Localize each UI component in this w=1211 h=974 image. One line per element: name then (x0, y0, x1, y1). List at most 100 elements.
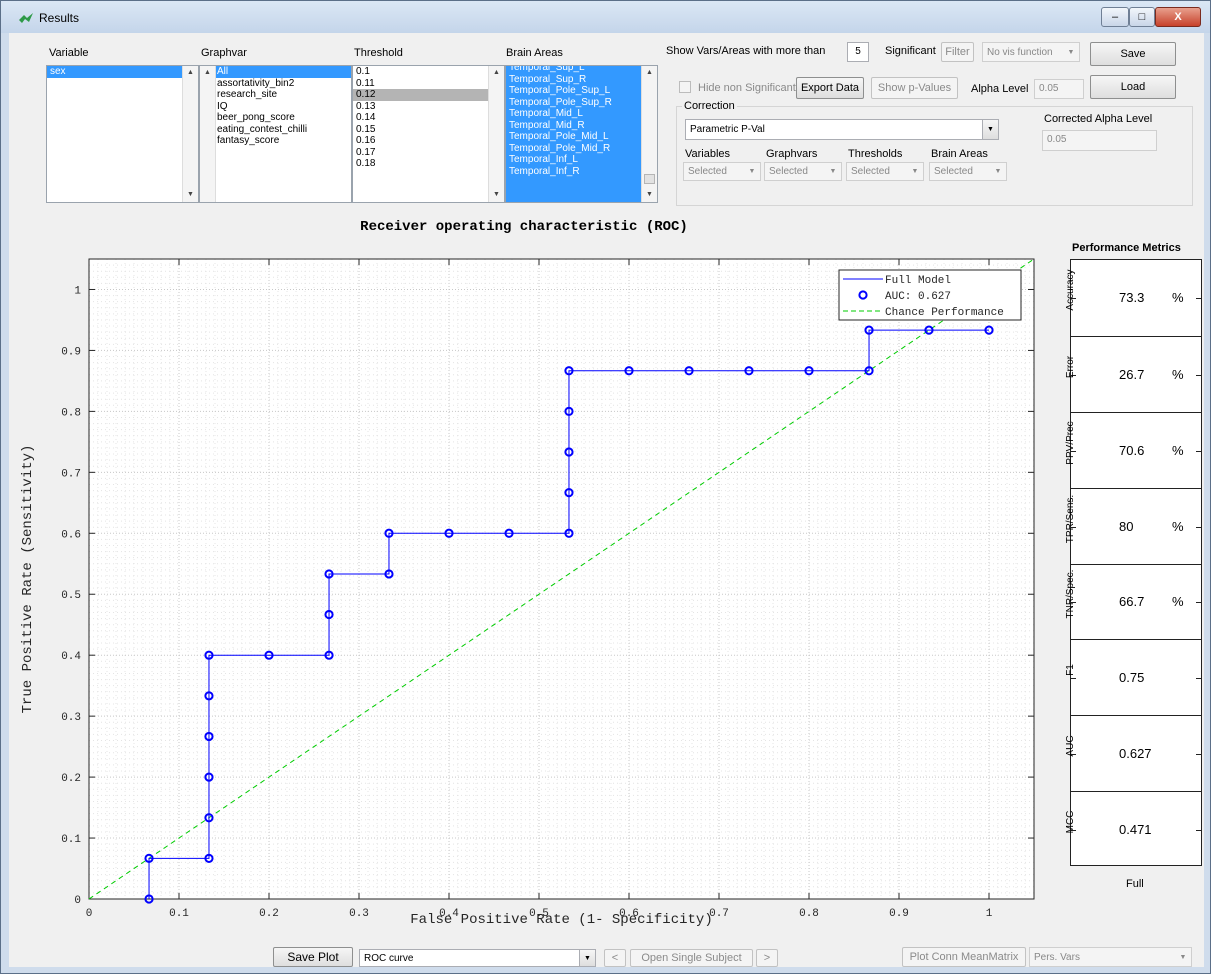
metric-tick (1196, 830, 1201, 832)
scope-dropdown[interactable]: Selected ▼ (764, 162, 842, 181)
plot-type-dropdown[interactable]: ROC curve ▼ (359, 949, 596, 967)
save-plot-button[interactable]: Save Plot (273, 947, 353, 967)
metric-tick (1196, 678, 1201, 680)
scroll-down-icon[interactable]: ▼ (183, 188, 198, 202)
y-tick-label: 0.1 (61, 834, 81, 846)
graphvar-list-item[interactable]: research_site (214, 89, 351, 101)
correction-dropdown[interactable]: Parametric P-Val ▼ (685, 119, 999, 140)
scope-dropdown[interactable]: Selected ▼ (846, 162, 924, 181)
variable-list-item[interactable]: sex (47, 66, 198, 78)
variable-list-label: Variable (49, 47, 89, 59)
graphvar-list-item[interactable]: All (214, 66, 351, 78)
scope-label: Brain Areas (931, 148, 988, 160)
threshold-list-item[interactable]: 0.11 (353, 78, 504, 90)
threshold-list-item[interactable]: 0.1 (353, 66, 504, 78)
metric-value: 0.75 (1119, 670, 1145, 686)
threshold-list-item[interactable]: 0.13 (353, 101, 504, 113)
threshold-list-item[interactable]: 0.14 (353, 112, 504, 124)
graphvar-scrollbar[interactable]: ▲ (200, 66, 216, 202)
minimize-button[interactable]: – (1101, 7, 1129, 27)
metric-name: Error (1065, 355, 1076, 378)
y-tick-label: 0.8 (61, 407, 81, 419)
threshold-list-item[interactable]: 0.12 (353, 89, 494, 101)
scroll-up-icon[interactable]: ▲ (642, 66, 657, 80)
scroll-thumb[interactable] (644, 174, 655, 184)
scroll-up-icon[interactable]: ▲ (489, 66, 504, 80)
metric-unit: % (1172, 289, 1184, 305)
metrics-title: Performance Metrics (1072, 242, 1181, 254)
scroll-down-icon[interactable]: ▼ (642, 188, 657, 202)
graphvar-list-item[interactable]: IQ (214, 101, 351, 113)
graphvar-list-item[interactable]: eating_contest_chilli (214, 124, 351, 136)
scope-dropdown[interactable]: Selected ▼ (929, 162, 1007, 181)
brain-areas-scrollbar[interactable]: ▲ ▼ (641, 66, 657, 202)
threshold-scrollbar[interactable]: ▲ ▼ (488, 66, 504, 202)
y-tick-label: 1 (74, 285, 81, 297)
variable-listbox[interactable]: sex ▲ ▼ (46, 65, 199, 203)
min-significant-input[interactable]: 5 (847, 42, 869, 62)
graphvar-list-item[interactable]: fantasy_score (214, 135, 351, 147)
metric-unit: % (1172, 518, 1184, 534)
graphvar-listbox[interactable]: All assortativity_bin2 research_site IQ beer… (199, 65, 352, 203)
hide-non-significant-checkbox[interactable] (679, 81, 691, 93)
pers-vars-dropdown[interactable]: Pers. Vars ▼ (1029, 947, 1192, 967)
export-data-button[interactable]: Export Data (796, 77, 864, 99)
threshold-list-item[interactable]: 0.18 (353, 158, 504, 170)
maximize-button[interactable]: □ (1129, 7, 1155, 27)
threshold-list-item[interactable]: 0.16 (353, 135, 504, 147)
brain_areas-list-item[interactable]: Temporal_Mid_R (506, 119, 657, 131)
brain_areas-list-item[interactable]: Temporal_Sup_R (506, 73, 657, 85)
title-bar[interactable]: Results – □ X (1, 1, 1210, 33)
threshold-list-label: Threshold (354, 47, 403, 59)
metric-row: Error 26.7% (1065, 335, 1201, 412)
threshold-list-item[interactable]: 0.17 (353, 147, 504, 159)
scroll-up-icon[interactable]: ▲ (183, 66, 198, 80)
threshold-listbox[interactable]: 0.1 0.11 0.12 0.13 0.14 0.15 0.16 0.17 0.18 ▲ ▼ (352, 65, 505, 203)
open-single-subject-button[interactable]: Open Single Subject (630, 949, 753, 967)
metric-value: 0.627 (1119, 746, 1152, 762)
vis-function-dropdown[interactable]: No vis function ▼ (982, 42, 1080, 62)
legend: Full Model AUC: 0.627 Chance Performance (838, 269, 1022, 321)
roc-chart[interactable]: 0 0.1 0.2 0.3 0.4 0.5 0.6 0.7 0.8 0.9 1 0 0.1 0.2 0.3 0… (9, 243, 1044, 933)
threshold-list-item[interactable]: 0.15 (353, 124, 504, 136)
close-button[interactable]: X (1155, 7, 1201, 27)
metric-value: 73.3 (1119, 289, 1145, 305)
scope-value: Selected (934, 166, 973, 177)
y-tick-label: 0.6 (61, 529, 81, 541)
brain_areas-list-item[interactable]: Temporal_Pole_Sup_L (506, 85, 657, 97)
scope-value: Selected (769, 166, 808, 177)
show-p-values-button[interactable]: Show p-Values (871, 77, 958, 99)
next-subject-button[interactable]: > (756, 949, 778, 967)
brain_areas-list-item[interactable]: Temporal_Pole_Mid_L (506, 131, 657, 143)
graphvar-list-item[interactable]: assortativity_bin2 (214, 78, 351, 90)
plot-conn-mean-matrix-button[interactable]: Plot Conn MeanMatrix (902, 947, 1026, 967)
x-tick-label: 0.3 (349, 908, 369, 920)
brain_areas-list-item[interactable]: Temporal_Pole_Sup_R (506, 96, 657, 108)
previous-subject-button[interactable]: < (604, 949, 626, 967)
variable-scrollbar[interactable]: ▲ ▼ (182, 66, 198, 202)
brain_areas-list-item[interactable]: Temporal_Inf_R (506, 165, 657, 177)
y-tick-label: 0 (74, 895, 81, 907)
brain_areas-list-item[interactable]: Temporal_Mid_L (506, 108, 657, 120)
brain_areas-list-item[interactable]: Temporal_Pole_Mid_R (506, 142, 657, 154)
chevron-down-icon: ▼ (748, 168, 756, 175)
chevron-down-icon: ▼ (829, 168, 837, 175)
metric-value: 0.471 (1119, 822, 1152, 838)
scope-dropdown[interactable]: Selected ▼ (683, 162, 761, 181)
scroll-up-icon[interactable]: ▲ (200, 66, 215, 80)
brain_areas-list-item[interactable]: Temporal_Inf_L (506, 154, 657, 166)
chevron-down-icon: ▼ (982, 120, 998, 139)
client-area: Variable Graphvar Threshold Brain Areas … (9, 33, 1204, 967)
load-button[interactable]: Load (1090, 75, 1176, 99)
filter-button[interactable]: Filter (941, 42, 974, 62)
save-button[interactable]: Save (1090, 42, 1176, 66)
metric-tick (1196, 754, 1201, 756)
alpha-level-input[interactable]: 0.05 (1034, 79, 1084, 99)
metric-name: AUC (1065, 735, 1076, 757)
legend-label: Full Model (885, 275, 951, 287)
graphvar-list-item[interactable]: beer_pong_score (214, 112, 351, 124)
brain_areas-list-item[interactable]: Temporal_Sup_L (506, 66, 657, 74)
scroll-down-icon[interactable]: ▼ (489, 188, 504, 202)
brain-areas-listbox[interactable]: Temporal_Sup_L Temporal_Sup_R Temporal_Pol… (505, 65, 658, 203)
metric-name: TNR/Spec. (1065, 569, 1076, 619)
